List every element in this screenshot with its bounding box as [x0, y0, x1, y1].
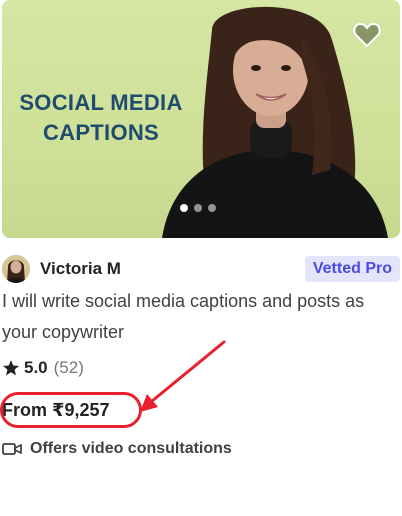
video-consultations-label: Offers video consultations [30, 440, 232, 457]
seller-row: Victoria M Vetted Pro [2, 254, 400, 284]
price[interactable]: From ₹9,257 [2, 400, 110, 421]
seller-avatar[interactable] [2, 255, 30, 283]
carousel-dot-2[interactable] [194, 204, 202, 212]
rating: 5.0 (52) [2, 358, 84, 378]
seller-name[interactable]: Victoria M [40, 259, 121, 279]
video-camera-icon [2, 443, 22, 455]
vetted-pro-badge: Vetted Pro [304, 256, 400, 282]
carousel-dot-1[interactable] [180, 204, 188, 212]
heart-icon [353, 22, 381, 48]
gig-card[interactable]: SOCIAL MEDIA CAPTIONS Victoria M Vetted … [0, 0, 402, 516]
favorite-button[interactable] [350, 20, 384, 50]
rating-score: 5.0 [24, 358, 48, 377]
gig-title[interactable]: I will write social media captions and p… [2, 286, 398, 348]
avatar-image [2, 255, 30, 283]
star-icon [2, 360, 20, 376]
gig-image-carousel[interactable]: SOCIAL MEDIA CAPTIONS [2, 0, 400, 238]
carousel-dot-3[interactable] [208, 204, 216, 212]
video-consultations: Offers video consultations [2, 440, 232, 458]
carousel-dots [180, 204, 216, 212]
rating-count: (52) [53, 358, 84, 377]
